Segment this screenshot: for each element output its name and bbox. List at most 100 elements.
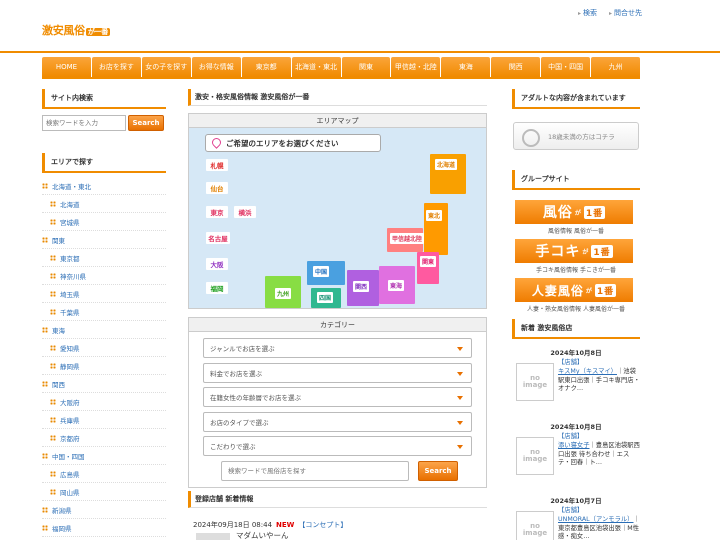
nav-shop-search[interactable]: お店を探す bbox=[91, 57, 141, 77]
shop-name[interactable]: 添い寝女子 bbox=[558, 442, 589, 449]
city-sapporo[interactable]: 札幌 bbox=[206, 159, 228, 171]
bullet-icon bbox=[50, 488, 56, 495]
area-item[interactable]: 神奈川県 bbox=[42, 267, 166, 285]
nav-kyushu[interactable]: 九州 bbox=[591, 57, 641, 77]
bullet-icon bbox=[42, 182, 48, 189]
shop-item[interactable]: 2024年10月7日 no image 【店舗】 UNMORAL（アンモラル）｜東京都… bbox=[512, 493, 640, 540]
nav-koshinetsu-hokuriku[interactable]: 甲信越・北陸 bbox=[391, 57, 441, 77]
bullet-icon bbox=[50, 308, 56, 315]
area-item[interactable]: 大阪府 bbox=[42, 393, 166, 411]
news-item[interactable]: 2024年09月18日 08:44 NEW 【コンセプト】 bbox=[188, 520, 487, 530]
no-image-placeholder[interactable]: no image bbox=[516, 511, 554, 540]
city-sendai[interactable]: 仙台 bbox=[206, 182, 228, 194]
area-item-label: 千葉県 bbox=[60, 308, 80, 317]
news-section: 登録店舗 新着情報 2024年09月18日 08:44 NEW 【コンセプト】 … bbox=[188, 491, 487, 540]
nav-chugoku-shikoku[interactable]: 中国・四国 bbox=[541, 57, 591, 77]
site-search-heading: サイト内検索 bbox=[42, 89, 166, 109]
feature-select[interactable]: こだわりで選ぶ bbox=[203, 436, 472, 456]
area-item-label: 北海道・東北 bbox=[52, 182, 91, 191]
shop-name[interactable]: UNMORAL（アンモラル） bbox=[558, 516, 633, 523]
site-search-input[interactable] bbox=[42, 115, 126, 131]
region-chugoku-label: 中国 bbox=[313, 266, 330, 277]
area-item[interactable]: 広島県 bbox=[42, 465, 166, 483]
banner-tekoki-caption[interactable]: 手コキ風俗情報 手こきが一番 bbox=[512, 265, 640, 274]
news-title[interactable]: マダムいやーん bbox=[236, 530, 289, 540]
keyword-input[interactable] bbox=[221, 460, 409, 481]
city-fukuoka[interactable]: 福岡 bbox=[206, 282, 228, 294]
area-item[interactable]: 東京都 bbox=[42, 249, 166, 267]
area-item[interactable]: 兵庫県 bbox=[42, 411, 166, 429]
area-list: 北海道・東北北海道宮城県関東 東京都 神奈川県埼玉県千葉県東海 愛知県 静岡県 関西大阪府… bbox=[42, 177, 166, 537]
area-item[interactable]: 東海 bbox=[42, 321, 166, 339]
nav-girl-search[interactable]: 女の子を探す bbox=[141, 57, 191, 77]
area-item[interactable]: 中国・四国 bbox=[42, 447, 166, 465]
banner-tekoki[interactable]: 手コキが 1番 bbox=[515, 239, 633, 263]
keyword-search-button[interactable]: Search bbox=[418, 460, 458, 481]
banner-hitozuma[interactable]: 人妻風俗が 1番 bbox=[515, 278, 633, 302]
region-shikoku-label: 四国 bbox=[317, 292, 334, 303]
area-item[interactable]: 岡山県 bbox=[42, 483, 166, 501]
area-item[interactable]: 千葉県 bbox=[42, 303, 166, 321]
nav-deals[interactable]: お得な情報 bbox=[191, 57, 241, 77]
top-link-search[interactable]: 検索 bbox=[578, 8, 597, 18]
map-instruction: ご希望のエリアをお選びください bbox=[205, 134, 381, 152]
area-item[interactable]: 埼玉県 bbox=[42, 285, 166, 303]
area-item[interactable]: 愛知県 bbox=[42, 339, 166, 357]
city-yokohama[interactable]: 横浜 bbox=[234, 206, 256, 218]
no-image-placeholder[interactable]: no image bbox=[516, 437, 554, 475]
area-item[interactable]: 福岡県 bbox=[42, 519, 166, 537]
genre-select[interactable]: ジャンルでお店を選ぶ bbox=[203, 338, 472, 358]
no-image-placeholder[interactable]: no image bbox=[516, 363, 554, 401]
map-pin-icon bbox=[210, 136, 223, 149]
area-item[interactable]: 静岡県 bbox=[42, 357, 166, 375]
banner-hitozuma-caption[interactable]: 人妻・熟女風俗情報 人妻風俗が一番 bbox=[512, 304, 640, 313]
area-item-label: 埼玉県 bbox=[60, 290, 80, 299]
type-select[interactable]: お店のタイプで選ぶ bbox=[203, 411, 472, 432]
region-kansai-label: 関西 bbox=[353, 281, 370, 292]
banner-fuzoku[interactable]: 風俗が 1番 bbox=[515, 200, 633, 224]
nav-hokkaido-tohoku[interactable]: 北海道・東北 bbox=[291, 57, 341, 77]
area-item[interactable]: 関西 bbox=[42, 375, 166, 393]
under-18-button[interactable]: 18歳未満の方はコチラ bbox=[513, 122, 639, 150]
site-logo[interactable]: 激安風俗 が一番 bbox=[42, 22, 110, 38]
area-item[interactable]: 宮城県 bbox=[42, 213, 166, 231]
nav-kansai[interactable]: 関西 bbox=[491, 57, 541, 77]
top-link-contact[interactable]: 問合せ先 bbox=[609, 8, 642, 18]
area-item[interactable]: 京都府 bbox=[42, 429, 166, 447]
area-map-panel: エリアマップ ご希望のエリアをお選びください 札幌 仙台 東京 横浜 名古屋 大… bbox=[188, 113, 487, 309]
bullet-icon bbox=[42, 236, 48, 243]
area-item-label: 宮城県 bbox=[60, 218, 80, 227]
price-select[interactable]: 料金でお店を選ぶ bbox=[203, 362, 472, 383]
left-sidebar: サイト内検索 Search エリアで探す 北海道・東北北海道宮城県関東東京都神奈… bbox=[42, 89, 166, 537]
new-shops-list: 2024年10月8日 no image 【店舗】 キスMy（キスマイ）｜池袋駅東口出張… bbox=[512, 345, 640, 540]
new-badge: NEW bbox=[276, 521, 295, 529]
bullet-icon bbox=[42, 506, 48, 513]
category-form: ジャンルでお店を選ぶ 料金でお店を選ぶ 在籍女性の年齢層でお店を選ぶ お店のタイ… bbox=[189, 332, 486, 487]
area-heading: エリアで探す bbox=[42, 153, 166, 173]
area-item-label: 大阪府 bbox=[60, 398, 80, 407]
city-nagoya[interactable]: 名古屋 bbox=[206, 232, 230, 244]
area-item-label: 新潟県 bbox=[52, 506, 72, 515]
nav-tokai[interactable]: 東海 bbox=[441, 57, 491, 77]
area-item[interactable]: 関東 bbox=[42, 231, 166, 249]
banner-fuzoku-caption[interactable]: 風俗情報 風俗が一番 bbox=[512, 226, 640, 235]
city-tokyo[interactable]: 東京 bbox=[206, 206, 228, 218]
city-osaka[interactable]: 大阪 bbox=[206, 258, 228, 270]
area-item[interactable]: 新潟県 bbox=[42, 501, 166, 519]
news-thumbnail[interactable] bbox=[196, 533, 230, 540]
area-item-label: 岡山県 bbox=[60, 488, 80, 497]
nav-kanto[interactable]: 関東 bbox=[341, 57, 391, 77]
shop-name[interactable]: キスMy（キスマイ） bbox=[558, 368, 617, 375]
area-map-header: エリアマップ bbox=[189, 114, 486, 128]
age-select[interactable]: 在籍女性の年齢層でお店を選ぶ bbox=[203, 387, 472, 407]
bullet-icon bbox=[50, 470, 56, 477]
nav-tokyo[interactable]: 東京都 bbox=[241, 57, 291, 77]
nav-home[interactable]: HOME bbox=[42, 57, 91, 77]
shop-item[interactable]: 2024年10月8日 no image 【店舗】 キスMy（キスマイ）｜池袋駅東口出張… bbox=[512, 345, 640, 413]
area-item[interactable]: 北海道 bbox=[42, 195, 166, 213]
area-item[interactable]: 北海道・東北 bbox=[42, 177, 166, 195]
bullet-icon bbox=[50, 200, 56, 207]
site-search-button[interactable]: Search bbox=[128, 115, 164, 131]
shop-item[interactable]: 2024年10月8日 no image 【店舗】 添い寝女子｜豊島区池袋駅西口出張 待… bbox=[512, 419, 640, 487]
area-item-label: 福岡県 bbox=[52, 524, 72, 533]
